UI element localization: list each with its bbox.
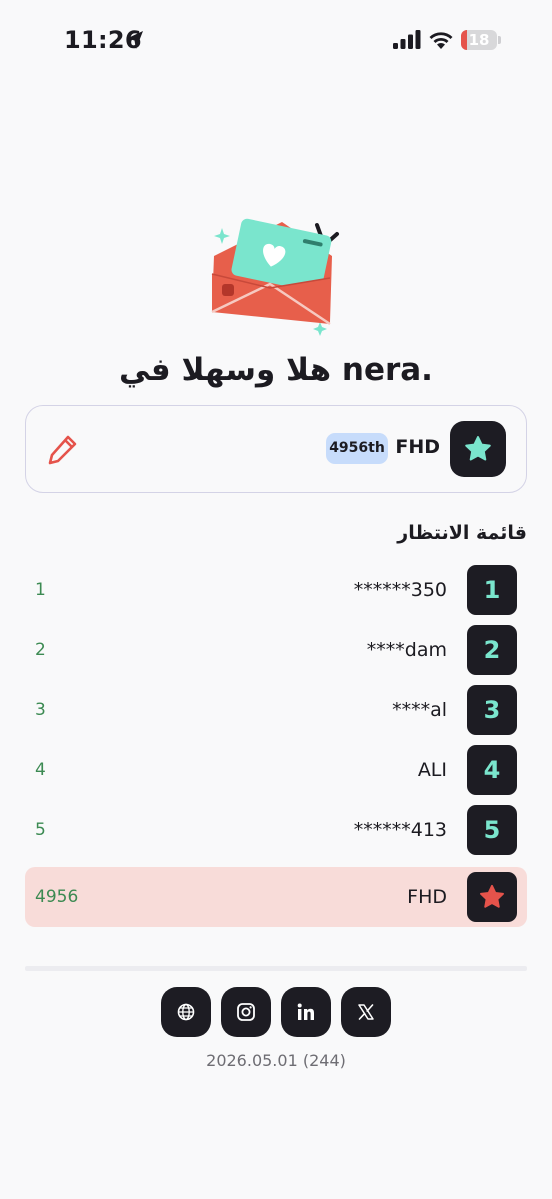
x-icon <box>358 1004 374 1020</box>
website-button[interactable] <box>161 987 211 1037</box>
list-item-name: ******413 <box>353 819 447 841</box>
list-item: 5 ******413 5 <box>25 800 527 860</box>
wifi-icon <box>429 32 453 49</box>
footer-divider <box>25 966 527 971</box>
current-user-avatar <box>467 872 517 922</box>
rank-badge: 4956th <box>326 433 388 464</box>
rank-tile: 2 <box>467 625 517 675</box>
list-item-position: 1 <box>35 580 46 600</box>
envelope-illustration <box>211 218 339 336</box>
rank-tile: 5 <box>467 805 517 855</box>
instagram-button[interactable] <box>221 987 271 1037</box>
list-item-name: ****al <box>392 699 447 721</box>
linkedin-icon <box>297 1003 314 1020</box>
list-item: 4 ALI 4 <box>25 740 527 800</box>
battery-indicator: 18 <box>461 30 501 50</box>
current-user-row: FHD 4956 <box>25 867 527 927</box>
user-name: FHD <box>395 436 440 458</box>
current-user-name: FHD <box>407 886 447 908</box>
x-button[interactable] <box>341 987 391 1037</box>
list-item: 1 ******350 1 <box>25 560 527 620</box>
list-item-position: 2 <box>35 640 46 660</box>
cellular-signal-icon <box>393 30 421 49</box>
list-item: 3 ****al 3 <box>25 680 527 740</box>
waitlist-title: قائمة الانتظار <box>397 522 527 544</box>
pencil-icon[interactable] <box>46 432 80 466</box>
status-bar: 11:26 18 <box>0 0 552 80</box>
rank-tile: 1 <box>467 565 517 615</box>
linkedin-button[interactable] <box>281 987 331 1037</box>
list-item-name: ******350 <box>353 579 447 601</box>
welcome-title: هلا وسهلا في nera. <box>119 352 433 388</box>
rank-tile: 3 <box>467 685 517 735</box>
app-version: 2026.05.01 (244) <box>206 1051 346 1070</box>
list-item-position: 5 <box>35 820 46 840</box>
list-item-position: 4 <box>35 760 46 780</box>
list-item-name: ****dam <box>366 639 447 661</box>
globe-icon <box>177 1003 195 1021</box>
list-item-name: ALI <box>417 759 447 781</box>
list-item: 2 ****dam 2 <box>25 620 527 680</box>
user-card: 4956th FHD <box>25 405 527 493</box>
current-user-position: 4956 <box>35 887 79 907</box>
location-arrow-icon <box>127 31 143 49</box>
avatar <box>450 421 506 477</box>
star-icon <box>480 884 504 908</box>
rank-tile: 4 <box>467 745 517 795</box>
instagram-icon <box>237 1003 255 1021</box>
star-icon <box>465 436 491 461</box>
battery-level-text: 18 <box>468 31 490 49</box>
list-item-position: 3 <box>35 700 46 720</box>
